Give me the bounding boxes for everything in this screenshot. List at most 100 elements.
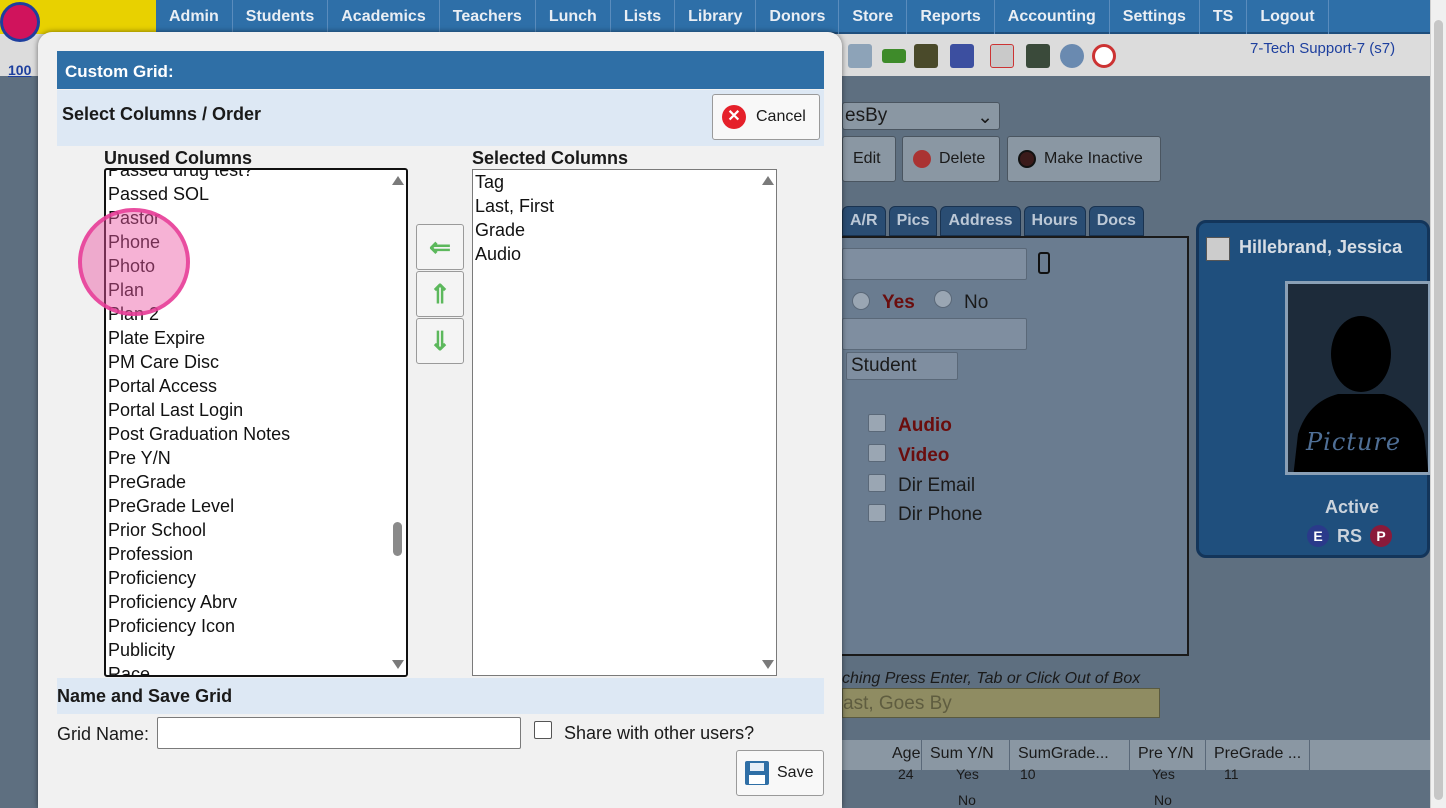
move-down-button[interactable]: ⇓ [416,318,464,364]
dir-phone-checkbox[interactable] [868,504,886,522]
table-icon[interactable] [848,44,872,68]
nav-store[interactable]: Store [839,0,908,34]
mobile-icon[interactable] [1038,252,1050,274]
table-row[interactable]: 24 Yes 10 Yes 11 [842,766,1430,786]
nav-teachers[interactable]: Teachers [440,0,536,34]
nav-academics[interactable]: Academics [328,0,440,34]
tab-docs[interactable]: Docs [1088,206,1144,236]
selected-scrollbar[interactable] [759,170,776,675]
page-scrollbar-thumb[interactable] [1434,20,1443,800]
phone-field[interactable] [842,248,1027,280]
logo[interactable] [0,0,156,42]
list-item[interactable]: Pre Y/N [106,446,388,470]
table-row[interactable]: No No [842,792,1430,808]
delete-button[interactable]: Delete [902,136,1000,182]
list-item[interactable]: Passed SOL [106,182,388,206]
badge-rs[interactable]: RS [1337,526,1362,547]
list-item[interactable]: Last, First [473,194,758,218]
list-item[interactable]: Photo [106,254,388,278]
list-item[interactable]: Race [106,662,388,675]
list-item[interactable]: Portal Last Login [106,398,388,422]
audio-checkbox[interactable] [868,414,886,432]
selected-columns-list[interactable]: Tag Last, First Grade Audio [472,169,777,676]
share-checkbox[interactable] [534,721,552,739]
nav-ts[interactable]: TS [1200,0,1248,34]
scroll-up-icon[interactable] [392,176,404,185]
type-select-value: Student [851,355,917,376]
badge-e[interactable]: E [1307,525,1329,547]
tab-address[interactable]: Address [940,206,1021,236]
page-scrollbar[interactable] [1430,0,1446,808]
list-item[interactable]: Proficiency [106,566,388,590]
scroll-down-icon[interactable] [762,660,774,669]
text-field[interactable] [842,318,1027,350]
nav-donors[interactable]: Donors [756,0,840,34]
save-grid-heading: Name and Save Grid [57,686,233,706]
list-item[interactable]: Publicity [106,638,388,662]
student-photo[interactable]: Picture [1285,281,1431,475]
search-input[interactable]: ast, Goes By [842,688,1160,718]
make-inactive-button[interactable]: Make Inactive [1007,136,1161,182]
tab-ar[interactable]: A/R [842,206,886,236]
list-item[interactable]: PreGrade Level [106,494,388,518]
tab-hours[interactable]: Hours [1023,206,1086,236]
list-item[interactable]: Prior School [106,518,388,542]
logo-number[interactable]: 100 [8,62,31,78]
nav-logout[interactable]: Logout [1247,0,1329,34]
cancel-button[interactable]: ✕ Cancel [712,94,820,140]
nav-lunch[interactable]: Lunch [536,0,611,34]
list-item[interactable]: Plate Expire [106,326,388,350]
money-icon[interactable] [882,49,906,63]
list-item[interactable]: Pastor [106,206,388,230]
unused-scrollbar-thumb[interactable] [393,522,402,556]
nav-settings[interactable]: Settings [1110,0,1200,34]
list-item[interactable]: PreGrade [106,470,388,494]
grid-name-input[interactable] [157,717,521,749]
nav-lists[interactable]: Lists [611,0,676,34]
cell-age: 24 [898,766,914,782]
move-up-button[interactable]: ⇑ [416,271,464,317]
badge-p[interactable]: P [1370,525,1393,547]
nav-accounting[interactable]: Accounting [995,0,1110,34]
nav-reports[interactable]: Reports [907,0,995,34]
move-left-button[interactable]: ⇐ [416,224,464,270]
list-item[interactable]: Proficiency Abrv [106,590,388,614]
sort-select[interactable]: esBy ⌄ [842,102,1000,130]
unused-columns-label: Unused Columns [104,148,253,168]
edit-button[interactable]: Edit [842,136,896,182]
scroll-up-icon[interactable] [762,176,774,185]
radio-no[interactable] [934,290,952,308]
pdf-icon[interactable] [990,44,1014,68]
list-item[interactable]: Portal Access [106,374,388,398]
list-item[interactable]: Audio [473,242,758,266]
dir-email-checkbox[interactable] [868,474,886,492]
list-item[interactable]: PM Care Disc [106,350,388,374]
printer-icon[interactable] [914,44,938,68]
list-item[interactable]: Profession [106,542,388,566]
type-select[interactable]: Student [846,352,958,380]
student-select-checkbox[interactable] [1206,237,1230,261]
tab-pics[interactable]: Pics [888,206,938,236]
alert-icon[interactable] [1092,44,1116,68]
list-item[interactable]: Post Graduation Notes [106,422,388,446]
list-item[interactable]: Passed drug test? [106,170,388,182]
unused-scrollbar[interactable] [389,170,406,675]
nav-students[interactable]: Students [233,0,329,34]
scroll-down-icon[interactable] [392,660,404,669]
help-icon[interactable] [1060,44,1084,68]
list-item[interactable]: Proficiency Icon [106,614,388,638]
register-icon[interactable] [1026,44,1050,68]
radio-yes[interactable] [852,292,870,310]
list-item[interactable]: Plan [106,278,388,302]
unused-columns-list[interactable]: Passed drug test? Passed SOL Pastor Phone Ph… [104,168,408,677]
nav-admin[interactable]: Admin [156,0,233,34]
card-badges: E RS P [1307,525,1393,547]
video-checkbox[interactable] [868,444,886,462]
save-button[interactable]: Save [736,750,824,796]
nav-library[interactable]: Library [675,0,757,34]
list-item[interactable]: Plan 2 [106,302,388,326]
list-item[interactable]: Grade [473,218,758,242]
ap-icon[interactable] [950,44,974,68]
list-item[interactable]: Phone [106,230,388,254]
list-item[interactable]: Tag [473,170,758,194]
